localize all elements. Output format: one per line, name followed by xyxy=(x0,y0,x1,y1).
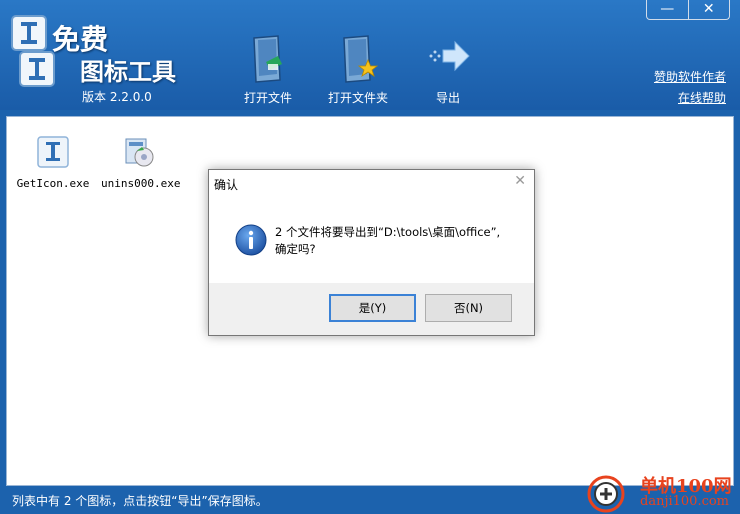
export-arrow-icon xyxy=(429,40,470,72)
watermark: 单机100网 danji100.com xyxy=(584,470,734,514)
file-item[interactable]: unins000.exe xyxy=(101,135,181,190)
watermark-url: danji100.com xyxy=(640,494,730,509)
getitem-app-icon xyxy=(37,136,69,168)
export-label: 导出 xyxy=(435,91,460,105)
version-label: 版本 2.2.0.0 xyxy=(82,90,152,104)
uninstaller-icon xyxy=(125,138,154,167)
file-item[interactable]: GetIcon.exe xyxy=(15,135,91,190)
header: 免费 图标工具 版本 2.2.0.0 打开文件 打开文件夹 导出 赞助软件作者 … xyxy=(0,0,740,110)
dialog-message-line1: 2 个文件将要导出到“D:\tools\桌面\office”, xyxy=(275,225,501,239)
app-title-line2: 图标工具 xyxy=(80,57,176,86)
minimize-button[interactable]: — xyxy=(647,0,689,19)
dialog-close-button[interactable]: ✕ xyxy=(514,173,526,189)
watermark-logo-icon xyxy=(587,475,625,513)
open-folder-icon xyxy=(343,35,378,83)
no-button[interactable]: 否(N) xyxy=(425,294,512,322)
info-icon xyxy=(235,224,267,256)
open-folder-label: 打开文件夹 xyxy=(327,91,388,105)
dialog-message-line2: 确定吗? xyxy=(275,242,316,256)
open-file-icon xyxy=(253,35,282,83)
dialog-button-bar: 是(Y) 否(N) xyxy=(209,283,534,335)
open-file-button[interactable]: 打开文件 xyxy=(228,34,308,106)
app-window: 免费 图标工具 版本 2.2.0.0 打开文件 打开文件夹 导出 赞助软件作者 … xyxy=(0,0,740,514)
dialog-message: 2 个文件将要导出到“D:\tools\桌面\office”, 确定吗? xyxy=(275,224,525,258)
file-name: GetIcon.exe xyxy=(16,177,90,190)
online-help-link[interactable]: 在线帮助 xyxy=(678,89,726,106)
yes-button[interactable]: 是(Y) xyxy=(329,294,416,322)
sponsor-link[interactable]: 赞助软件作者 xyxy=(654,68,726,85)
export-button[interactable]: 导出 xyxy=(408,34,488,106)
window-close-button[interactable]: ✕ xyxy=(689,0,730,19)
open-folder-button[interactable]: 打开文件夹 xyxy=(318,34,398,106)
dialog-title: 确认 xyxy=(214,178,239,192)
window-controls: — ✕ xyxy=(646,0,730,20)
open-file-label: 打开文件 xyxy=(243,91,292,105)
confirm-dialog: 确认 ✕ 2 个文件将要导出到“D:\tools\桌面\office”, 确定吗… xyxy=(208,169,535,336)
file-name: unins000.exe xyxy=(101,177,181,190)
